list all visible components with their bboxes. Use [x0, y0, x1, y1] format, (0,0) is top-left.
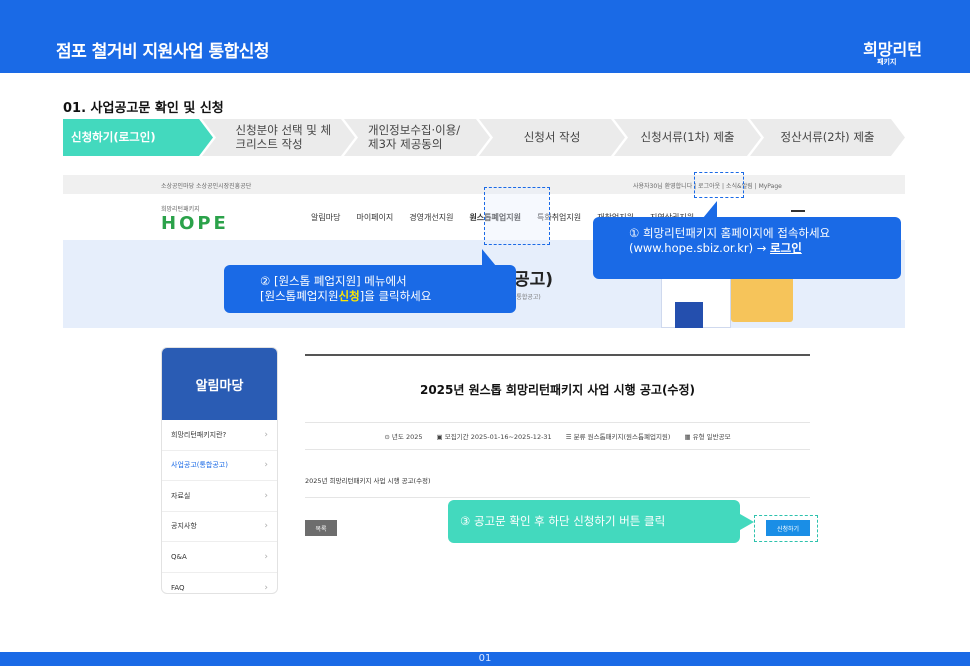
page-number: 01 — [478, 653, 492, 664]
chevron-right-icon: › — [264, 429, 268, 440]
side-item-announcement[interactable]: 사업공고(통합공고) › — [162, 451, 277, 481]
callout-2-line-1: ② [원스톱 폐업지원] 메뉴에서 — [260, 274, 407, 288]
post-meta-period: ▣ 모집기간 2025-01-16~2025-12-31 — [436, 433, 552, 441]
chevron-right-icon: › — [264, 460, 268, 471]
hope-logo[interactable]: 희망리턴패키지 HOPE — [161, 204, 229, 234]
brand-logo: 희망리턴 패키지 — [863, 36, 922, 67]
post-divider-top — [305, 354, 810, 356]
hero-subtitle: (통합공고) — [514, 294, 541, 301]
page-title: 점포 철거비 지원사업 통합신청 — [56, 42, 270, 62]
menu-icon[interactable] — [791, 210, 805, 212]
footer-band: 01 — [0, 652, 970, 666]
post-meta-category: ☰ 분류 원스톱패키지(원스톱폐업지원) — [565, 433, 671, 441]
nav-item-notice[interactable]: 알림마당 — [311, 212, 340, 223]
step-5: 신청서류(1차) 제출 — [614, 119, 761, 156]
callout-1-login-link: 로그인 — [770, 240, 802, 255]
side-menu: 알림마당 희망리턴패키지란? › 사업공고(통합공고) › 자료실 › 공지사항 › Q… — [161, 347, 278, 594]
login-highlight — [694, 172, 744, 198]
step-4: 신청서 작성 — [479, 119, 625, 156]
nav-item-management[interactable]: 경영개선지원 — [409, 212, 453, 223]
hero-illustration-chart — [675, 302, 703, 328]
chevron-right-icon: › — [264, 490, 268, 501]
side-item-notices[interactable]: 공지사항 › — [162, 512, 277, 542]
callout-3-text: ③ 공고문 확인 후 하단 신청하기 버튼 클릭 — [460, 514, 666, 529]
side-item-qna[interactable]: Q&A › — [162, 542, 277, 573]
post-meta: ⊙ 년도 2025 ▣ 모집기간 2025-01-16~2025-12-31 ☰… — [305, 422, 810, 450]
step-3: 개인정보수집·이용/ 제3자 제공동의 — [344, 119, 490, 156]
callout-1-line-1: ① 희망리턴패키지 홈페이지에 접속하세요 — [629, 226, 831, 240]
hope-logo-big: HOPE — [161, 213, 229, 234]
post-meta-type: ▦ 유형 일반공모 — [684, 433, 731, 441]
side-item-resources[interactable]: 자료실 › — [162, 481, 277, 512]
header-band: 점포 철거비 지원사업 통합신청 희망리턴 패키지 — [0, 0, 970, 73]
chevron-right-icon: › — [264, 582, 268, 593]
nav-item-mypage[interactable]: 마이페이지 — [356, 212, 393, 223]
site-topbar-left: 소상공인마당 소상공인시장진흥공단 — [161, 183, 252, 190]
callout-step-2: ② [원스톱 폐업지원] 메뉴에서 [원스톱폐업지원신청]을 클릭하세요 — [224, 249, 516, 313]
process-steps: 신청하기(로그인) 신청분야 선택 및 체크리스트 작성 개인정보수집·이용/ … — [63, 119, 905, 156]
chevron-right-icon: › — [264, 551, 268, 562]
side-item-about[interactable]: 희망리턴패키지란? › — [162, 420, 277, 451]
side-item-faq[interactable]: FAQ › — [162, 573, 277, 594]
menu-highlight — [484, 187, 550, 245]
callout-1-line-2: (www.hope.sbiz.or.kr) → 로그인 — [629, 240, 802, 255]
hero-title: 공고) — [514, 270, 554, 290]
post-divider — [305, 497, 810, 498]
chevron-right-icon: › — [264, 521, 268, 532]
hope-logo-small: 희망리턴패키지 — [161, 206, 200, 213]
section-title: 01. 사업공고문 확인 및 신청 — [63, 101, 224, 116]
side-menu-heading: 알림마당 — [162, 348, 277, 420]
post-body: 2025년 희망리턴패키지 사업 시행 공고(수정) — [305, 477, 431, 485]
callout-step-1: ① 희망리턴패키지 홈페이지에 접속하세요 (www.hope.sbiz.or.… — [593, 201, 901, 279]
page: 점포 철거비 지원사업 통합신청 희망리턴 패키지 01. 사업공고문 확인 및… — [0, 0, 970, 666]
list-button[interactable]: 목록 — [305, 520, 337, 536]
post-meta-year: ⊙ 년도 2025 — [384, 433, 423, 441]
step-2: 신청분야 선택 및 체크리스트 작성 — [202, 119, 355, 156]
callout-2-line-2: [원스톱폐업지원신청]을 클릭하세요 — [260, 288, 432, 303]
step-1: 신청하기(로그인) — [63, 119, 213, 156]
post-title: 2025년 원스톱 희망리턴패키지 사업 시행 공고(수정) — [419, 383, 696, 397]
apply-button[interactable]: 신청하기 — [766, 520, 810, 536]
callout-step-3: ③ 공고문 확인 후 하단 신청하기 버튼 클릭 — [448, 500, 754, 543]
step-6: 정산서류(2차) 제출 — [750, 119, 905, 156]
